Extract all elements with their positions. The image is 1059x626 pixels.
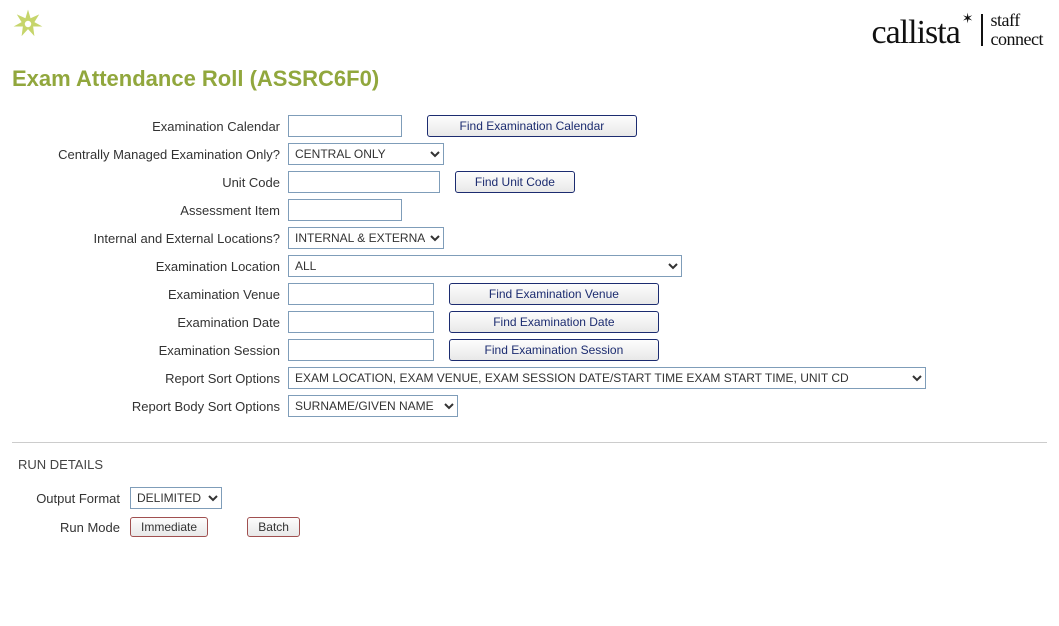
brand-star-icon: ✶ [962,12,973,27]
find-exam-venue-button[interactable]: Find Examination Venue [449,283,659,305]
section-divider [12,442,1047,443]
exam-date-input[interactable] [288,311,434,333]
exam-venue-input[interactable] [288,283,434,305]
run-immediate-button[interactable]: Immediate [130,517,208,537]
assessment-item-input[interactable] [288,199,402,221]
unit-code-label: Unit Code [12,168,284,196]
run-batch-button[interactable]: Batch [247,517,300,537]
brand-callista-text: callista [872,14,960,51]
exam-session-label: Examination Session [12,336,284,364]
output-format-label: Output Format [14,484,124,512]
find-exam-session-button[interactable]: Find Examination Session [449,339,659,361]
brand-divider [981,14,983,46]
report-sort-label: Report Sort Options [12,364,284,392]
page-title: Exam Attendance Roll (ASSRC6F0) [12,66,1047,92]
body-sort-select[interactable]: SURNAME/GIVEN NAME [288,395,458,417]
exam-location-label: Examination Location [12,252,284,280]
body-sort-label: Report Body Sort Options [12,392,284,420]
star-icon [12,8,44,45]
brand-staff: staff [991,11,1043,30]
brand-callista: callista✶ [872,8,971,52]
exam-date-label: Examination Date [12,308,284,336]
assessment-item-label: Assessment Item [12,196,284,224]
unit-code-input[interactable] [288,171,440,193]
brand-area: callista✶ staff connect [872,8,1048,52]
output-format-select[interactable]: DELIMITED [130,487,222,509]
report-sort-select[interactable]: EXAM LOCATION, EXAM VENUE, EXAM SESSION … [288,367,926,389]
find-exam-calendar-button[interactable]: Find Examination Calendar [427,115,637,137]
int-ext-label: Internal and External Locations? [12,224,284,252]
int-ext-select[interactable]: INTERNAL & EXTERNAL [288,227,444,249]
exam-session-input[interactable] [288,339,434,361]
run-details-heading: RUN DETAILS [18,457,1047,472]
exam-venue-label: Examination Venue [12,280,284,308]
central-only-select[interactable]: CENTRAL ONLY [288,143,444,165]
exam-location-select[interactable]: ALL [288,255,682,277]
central-only-label: Centrally Managed Examination Only? [12,140,284,168]
exam-calendar-input[interactable] [288,115,402,137]
brand-connect: connect [991,30,1043,49]
exam-calendar-label: Examination Calendar [12,112,284,140]
run-mode-label: Run Mode [14,514,124,540]
find-exam-date-button[interactable]: Find Examination Date [449,311,659,333]
brand-right: staff connect [991,11,1043,49]
find-unit-code-button[interactable]: Find Unit Code [455,171,575,193]
